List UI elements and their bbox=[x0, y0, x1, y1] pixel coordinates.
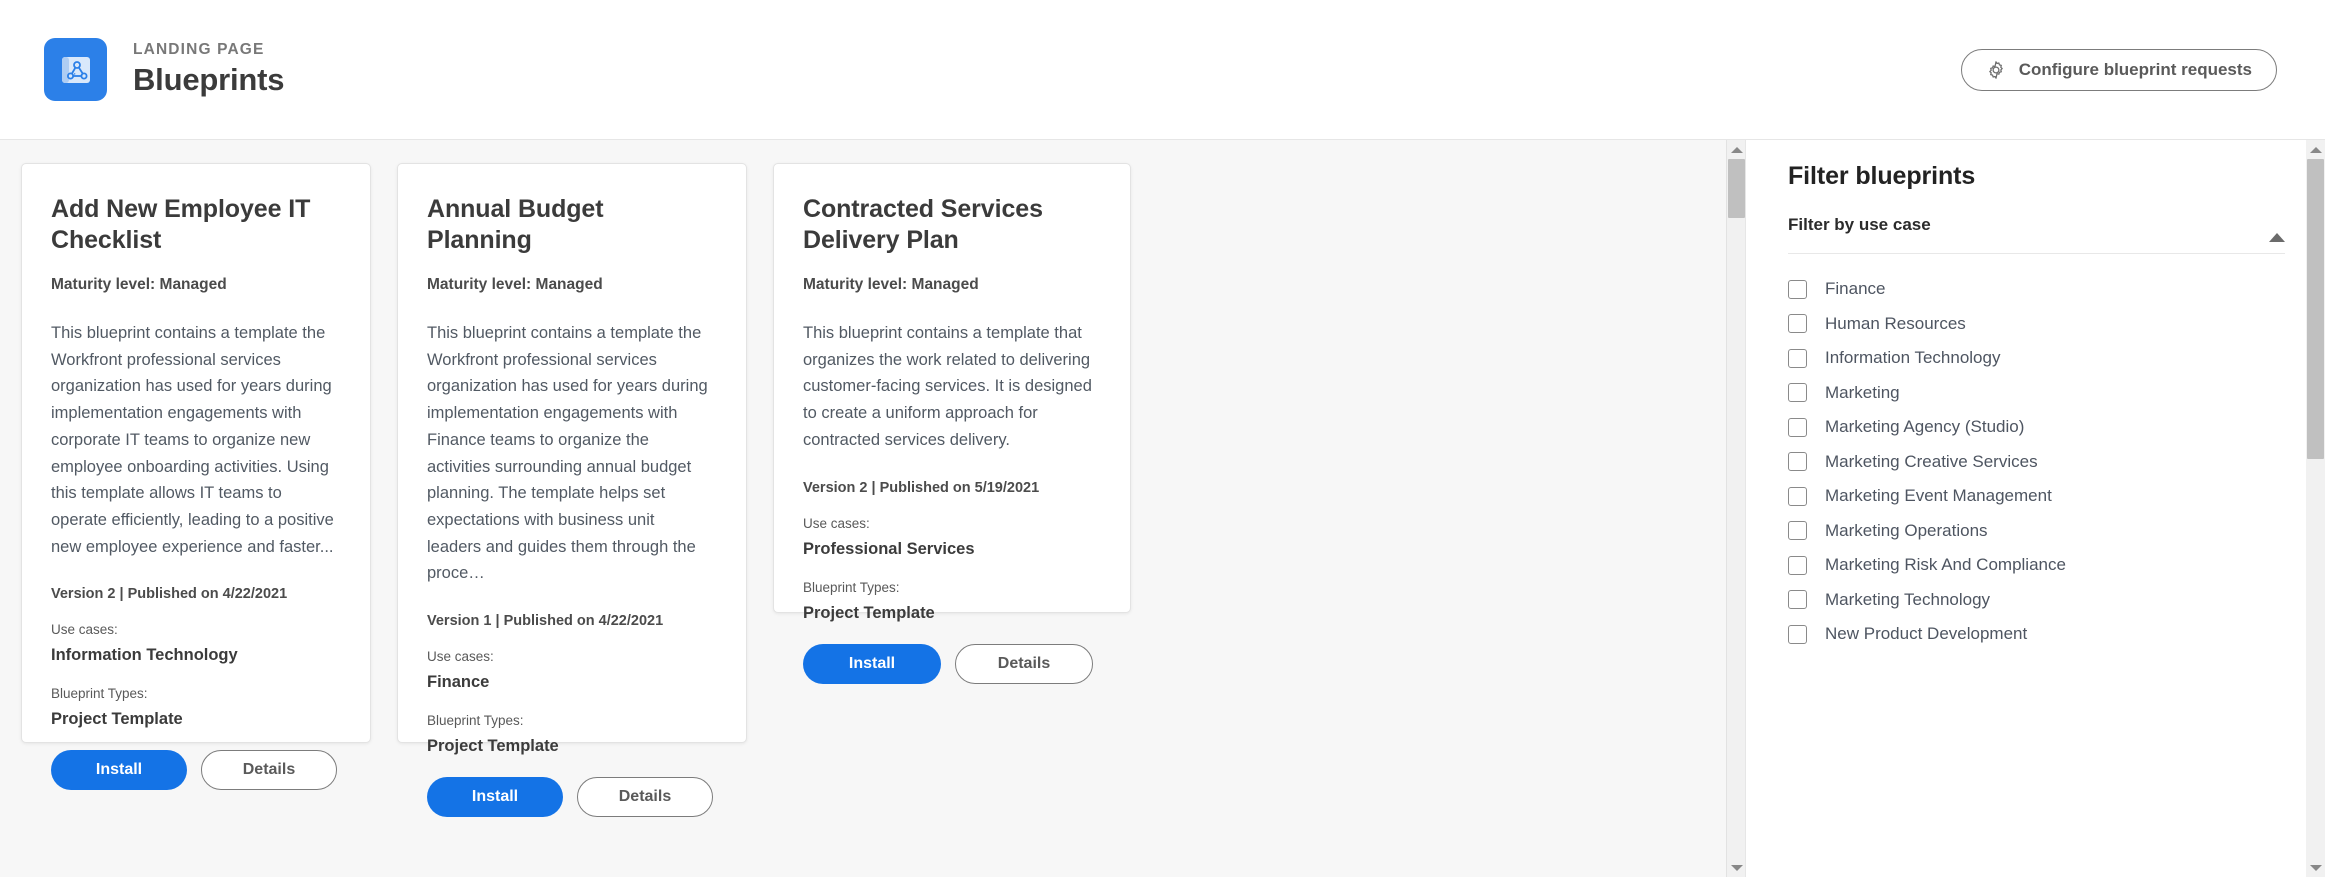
filter-panel-title: Filter blueprints bbox=[1788, 162, 1976, 190]
install-button[interactable]: Install bbox=[427, 777, 563, 818]
brand-block: LANDING PAGE Blueprints bbox=[44, 38, 284, 101]
filter-option-label: Marketing Creative Services bbox=[1825, 451, 2038, 471]
blueprint-card-actions: Install Details bbox=[51, 750, 337, 791]
checkbox[interactable] bbox=[1788, 279, 1807, 299]
filter-section-label: Filter by use case bbox=[1788, 215, 1931, 234]
blueprint-types-label: Blueprint Types: bbox=[51, 686, 148, 702]
blueprint-description: This blueprint contains a template the W… bbox=[427, 324, 708, 583]
blueprint-card-actions: Install Details bbox=[803, 643, 1097, 684]
scroll-up-arrow-icon[interactable] bbox=[1727, 140, 1745, 159]
use-cases-label: Use cases: bbox=[427, 649, 494, 665]
filter-option-marketing-operations[interactable]: Marketing Operations bbox=[1788, 514, 2285, 549]
checkbox[interactable] bbox=[1788, 314, 1807, 334]
scroll-down-arrow-icon[interactable] bbox=[1727, 858, 1745, 877]
page-title: Blueprints bbox=[133, 62, 285, 97]
filter-option-information-technology[interactable]: Information Technology bbox=[1788, 341, 2285, 376]
page-body: Add New Employee IT Checklist Maturity l… bbox=[0, 140, 2325, 877]
blueprint-icon bbox=[44, 38, 107, 101]
blueprint-card-title: Annual Budget Planning bbox=[427, 195, 604, 254]
blueprint-maturity-level: Maturity level: Managed bbox=[51, 276, 227, 293]
filter-option-label: Information Technology bbox=[1825, 348, 2001, 368]
title-group: LANDING PAGE Blueprints bbox=[133, 41, 284, 98]
filter-option-label: Marketing Technology bbox=[1825, 589, 1991, 609]
install-button[interactable]: Install bbox=[803, 643, 941, 684]
use-cases-label: Use cases: bbox=[51, 622, 118, 638]
blueprint-card[interactable]: Contracted Services Delivery Plan Maturi… bbox=[773, 163, 1131, 684]
filter-blueprints-panel: Filter blueprints Filter by use case Fin… bbox=[1745, 140, 2325, 877]
install-button[interactable]: Install bbox=[51, 750, 187, 791]
header-actions: Configure blueprint requests bbox=[1960, 48, 2277, 91]
blueprint-description: This blueprint contains a template that … bbox=[803, 324, 1092, 449]
details-button[interactable]: Details bbox=[955, 643, 1093, 684]
blueprint-card[interactable]: Annual Budget Planning Maturity level: M… bbox=[397, 163, 747, 818]
page-header: LANDING PAGE Blueprints Configure bluepr… bbox=[0, 0, 2325, 140]
checkbox[interactable] bbox=[1788, 348, 1807, 368]
filter-option-marketing-risk-and-compliance[interactable]: Marketing Risk And Compliance bbox=[1788, 548, 2285, 583]
details-button[interactable]: Details bbox=[200, 750, 337, 791]
checkbox[interactable] bbox=[1788, 417, 1807, 437]
blueprint-card-title: Contracted Services Delivery Plan bbox=[803, 195, 1043, 254]
filter-option-marketing-event-management[interactable]: Marketing Event Management bbox=[1788, 479, 2285, 514]
page-eyebrow: LANDING PAGE bbox=[133, 41, 265, 58]
filter-option-marketing-technology[interactable]: Marketing Technology bbox=[1788, 583, 2285, 618]
filter-option-new-product-development[interactable]: New Product Development bbox=[1788, 617, 2285, 652]
blueprint-types-label: Blueprint Types: bbox=[803, 579, 900, 595]
checkbox[interactable] bbox=[1788, 521, 1807, 541]
blueprint-version-line: Version 1 | Published on 4/22/2021 bbox=[427, 613, 664, 630]
filter-option-label: Finance bbox=[1825, 279, 1886, 299]
filter-option-label: Marketing Risk And Compliance bbox=[1825, 555, 2066, 575]
checkbox[interactable] bbox=[1788, 590, 1807, 610]
use-cases-value: Information Technology bbox=[51, 646, 238, 665]
filter-option-label: Marketing Operations bbox=[1825, 520, 1988, 540]
filter-by-use-case-header[interactable]: Filter by use case bbox=[1788, 215, 2285, 254]
filter-option-label: Human Resources bbox=[1825, 313, 1966, 333]
scrollbar-thumb[interactable] bbox=[1728, 159, 1745, 218]
filter-option-marketing-agency-studio[interactable]: Marketing Agency (Studio) bbox=[1788, 410, 2285, 445]
blueprint-card-actions: Install Details bbox=[427, 777, 713, 818]
checkbox[interactable] bbox=[1788, 555, 1807, 575]
use-cases-value: Finance bbox=[427, 673, 490, 692]
checkbox[interactable] bbox=[1788, 383, 1807, 403]
blueprint-cards-region: Add New Employee IT Checklist Maturity l… bbox=[0, 140, 1745, 877]
filter-option-marketing[interactable]: Marketing bbox=[1788, 376, 2285, 411]
chevron-up-icon[interactable] bbox=[2269, 216, 2285, 242]
configure-button-label: Configure blueprint requests bbox=[2018, 59, 2252, 79]
filter-option-label: Marketing Agency (Studio) bbox=[1825, 417, 2025, 437]
blueprint-types-label: Blueprint Types: bbox=[427, 713, 524, 729]
scroll-down-arrow-icon[interactable] bbox=[2306, 858, 2325, 877]
blueprint-version-line: Version 2 | Published on 5/19/2021 bbox=[803, 479, 1040, 496]
checkbox[interactable] bbox=[1788, 624, 1807, 644]
filter-option-human-resources[interactable]: Human Resources bbox=[1788, 307, 2285, 342]
gear-icon bbox=[1986, 60, 2006, 80]
filter-option-label: Marketing bbox=[1825, 382, 1900, 402]
use-cases-value: Professional Services bbox=[803, 539, 975, 558]
cards-vertical-scrollbar[interactable] bbox=[1726, 140, 1745, 877]
checkbox[interactable] bbox=[1788, 452, 1807, 472]
details-button[interactable]: Details bbox=[576, 777, 713, 818]
checkbox[interactable] bbox=[1788, 486, 1807, 506]
blueprint-types-value: Project Template bbox=[51, 710, 183, 729]
use-cases-label: Use cases: bbox=[803, 515, 870, 531]
filter-option-marketing-creative-services[interactable]: Marketing Creative Services bbox=[1788, 445, 2285, 480]
blueprint-cards-list: Add New Employee IT Checklist Maturity l… bbox=[0, 140, 1745, 877]
filter-panel-vertical-scrollbar[interactable] bbox=[2306, 140, 2325, 877]
blueprint-description: This blueprint contains a template the W… bbox=[51, 324, 334, 556]
blueprint-maturity-level: Maturity level: Managed bbox=[803, 276, 979, 293]
filter-option-label: Marketing Event Management bbox=[1825, 486, 2052, 506]
filter-use-case-options: Finance Human Resources Information Tech… bbox=[1788, 254, 2285, 652]
blueprint-maturity-level: Maturity level: Managed bbox=[427, 276, 603, 293]
blueprint-card[interactable]: Add New Employee IT Checklist Maturity l… bbox=[21, 163, 371, 791]
filter-option-label: New Product Development bbox=[1825, 624, 2028, 644]
blueprint-types-value: Project Template bbox=[803, 603, 935, 622]
filter-option-finance[interactable]: Finance bbox=[1788, 272, 2285, 307]
blueprint-types-value: Project Template bbox=[427, 737, 559, 756]
configure-blueprint-requests-button[interactable]: Configure blueprint requests bbox=[1960, 48, 2277, 91]
blueprint-card-title: Add New Employee IT Checklist bbox=[51, 195, 311, 254]
blueprint-version-line: Version 2 | Published on 4/22/2021 bbox=[51, 586, 288, 603]
scrollbar-thumb[interactable] bbox=[2307, 159, 2324, 459]
scroll-up-arrow-icon[interactable] bbox=[2306, 140, 2325, 159]
